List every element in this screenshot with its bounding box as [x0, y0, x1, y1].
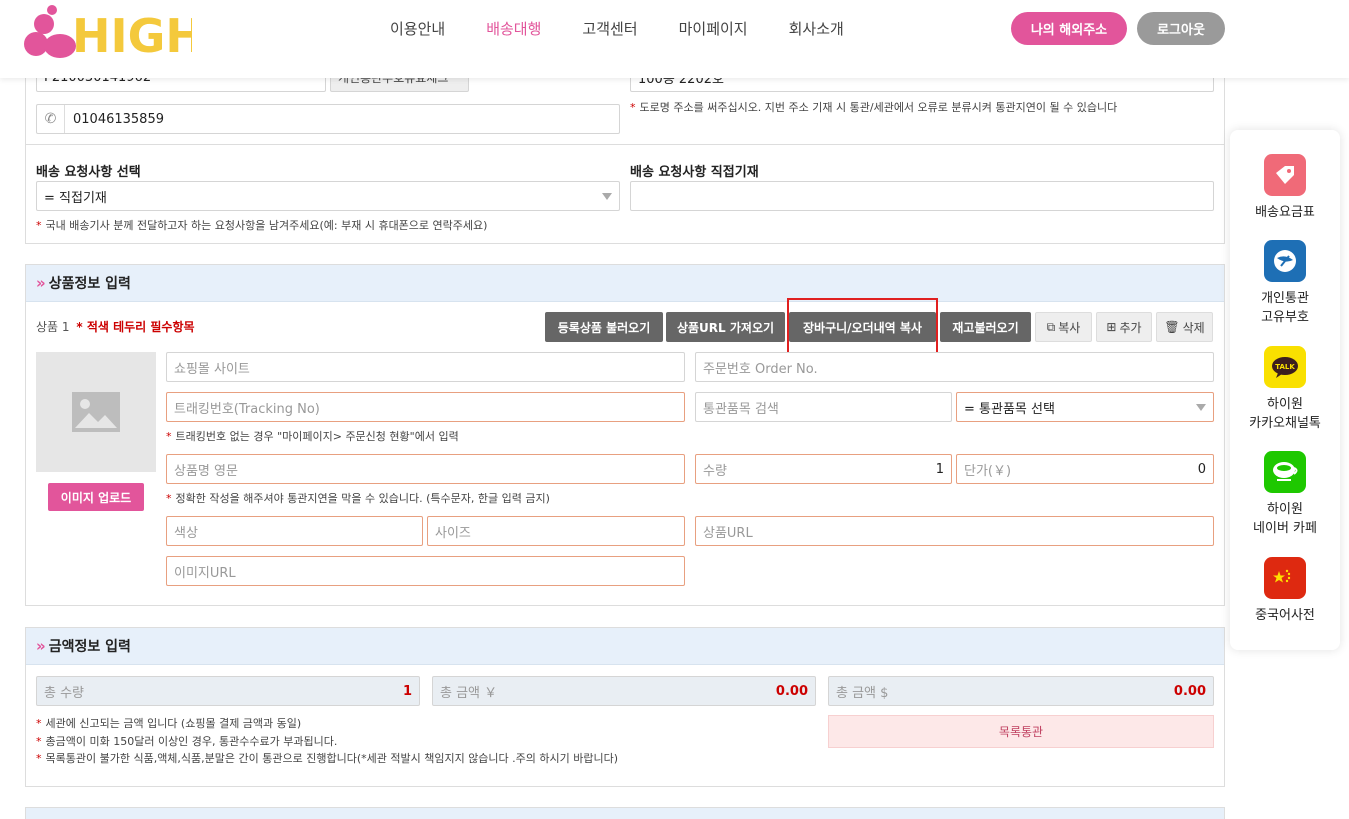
customs-item-select-value: = 통관품목 선택: [964, 401, 1055, 417]
kakao-talk-icon: TALK: [1264, 346, 1306, 388]
next-section: [25, 807, 1225, 819]
double-chevron-icon: »: [36, 274, 46, 292]
delivery-request-value: = 직접기재: [44, 190, 107, 206]
fetch-url-button[interactable]: 상품URL 가져오기: [666, 312, 785, 342]
delivery-request-select[interactable]: = 직접기재: [36, 181, 620, 211]
product-item-label: 상품 1: [36, 320, 70, 334]
quick-customs-code-label: 개인통관 고유부호: [1261, 291, 1309, 325]
total-qty-field: 총 수량 1: [36, 676, 420, 706]
quick-kakao-channel[interactable]: TALK 하이원 카카오채널톡: [1230, 346, 1340, 433]
total-usd-value: 0.00: [1173, 683, 1206, 699]
total-yen-field: 총 금액 ￥ 0.00: [432, 676, 816, 706]
delivery-request-direct-input[interactable]: [630, 181, 1214, 211]
nav-customer-center[interactable]: 고객센터: [582, 18, 637, 39]
unit-price-placeholder: 단가(￥): [964, 463, 1012, 479]
svg-text:TALK: TALK: [1275, 363, 1295, 371]
china-flag-icon: [1264, 557, 1306, 599]
chevron-down-icon: [602, 192, 612, 200]
double-chevron-icon: »: [36, 637, 46, 655]
total-qty-value: 1: [402, 683, 412, 699]
quick-shipping-rates[interactable]: 배송요금표: [1230, 154, 1340, 222]
customs-globe-icon: [1264, 240, 1306, 282]
main-nav: 이용안내 배송대행 고객센터 마이페이지 회사소개: [390, 18, 885, 39]
list-customs-button[interactable]: 목록통관: [828, 715, 1214, 748]
product-section-title: 상품정보 입력: [48, 276, 131, 292]
amount-section-title: 금액정보 입력: [48, 639, 131, 655]
product-section-header: » 상품정보 입력: [26, 265, 1224, 302]
phone-icon: ✆: [37, 105, 65, 133]
naver-cafe-icon: [1264, 451, 1306, 493]
total-yen-label: 총 금액 ￥: [440, 685, 498, 701]
site-header: HIGH1 이용안내 배송대행 고객센터 마이페이지 회사소개 나의 해외주소 …: [0, 0, 1349, 78]
product-item-header: 상품 1 * 적색 테두리 필수항목: [36, 318, 195, 335]
logo-text: HIGH1: [72, 9, 192, 63]
highlight-annotation-box: [787, 298, 938, 358]
my-overseas-address-button[interactable]: 나의 해외주소: [1011, 12, 1127, 45]
quantity-value: 1: [935, 461, 944, 477]
load-stock-button[interactable]: 재고불러오기: [940, 312, 1031, 342]
high1-logo[interactable]: HIGH1: [22, 0, 192, 66]
copy-button[interactable]: ⧉ 복사: [1035, 312, 1092, 342]
nav-mypage[interactable]: 마이페이지: [679, 18, 748, 39]
plus-box-icon: ⊞: [1106, 320, 1117, 334]
amount-section-header: » 금액정보 입력: [26, 628, 1224, 665]
address-note: * 도로명 주소를 써주십시오. 지번 주소 기재 시 통관/세관에서 오류로 분…: [630, 101, 1118, 114]
unit-price-value: 0: [1197, 461, 1206, 477]
copy-icon: ⧉: [1046, 319, 1056, 334]
size-input[interactable]: 사이즈: [427, 516, 685, 546]
quick-naver-cafe-label: 하이원 네이버 카페: [1253, 502, 1317, 536]
product-image-placeholder: [36, 352, 156, 472]
nav-shipping-agent[interactable]: 배송대행: [486, 18, 541, 39]
tracking-input[interactable]: 트래킹번호(Tracking No): [166, 392, 685, 422]
price-tag-icon: [1264, 154, 1306, 196]
product-name-en-input[interactable]: 상품명 영문: [166, 454, 685, 484]
image-upload-button[interactable]: 이미지 업로드: [48, 483, 144, 511]
quantity-input[interactable]: 수량 1: [695, 454, 952, 484]
unit-price-input[interactable]: 단가(￥) 0: [956, 454, 1214, 484]
nav-company[interactable]: 회사소개: [789, 18, 844, 39]
amount-note-2: * 총금액이 미화 150달러 이상인 경우, 통관수수료가 부과됩니다.: [36, 735, 338, 748]
total-usd-field: 총 금액 $ 0.00: [828, 676, 1214, 706]
add-button[interactable]: ⊞ 추가: [1096, 312, 1152, 342]
phone-value: 01046135859: [73, 111, 164, 127]
quantity-placeholder: 수량: [703, 463, 727, 479]
nav-guide[interactable]: 이용안내: [390, 18, 445, 39]
logout-button[interactable]: 로그아웃: [1137, 12, 1225, 45]
quick-menu-panel: 배송요금표 개인통관 고유부호 TALK 하이원 카카오채널톡 하이원 네이버 …: [1230, 130, 1340, 650]
quick-shipping-rates-label: 배송요금표: [1255, 205, 1315, 220]
delivery-request-direct-label: 배송 요청사항 직접기재: [630, 165, 759, 180]
name-note: * 정확한 작성을 해주셔야 통관지연을 막을 수 있습니다. (특수문자, 한글…: [166, 492, 550, 505]
required-note: * 적색 테두리 필수항목: [76, 320, 195, 334]
image-icon: [72, 392, 120, 432]
trash-icon: 🗑: [1164, 320, 1180, 334]
chevron-down-icon: [1196, 403, 1206, 411]
shop-site-input[interactable]: 쇼핑몰 사이트: [166, 352, 685, 382]
quick-naver-cafe[interactable]: 하이원 네이버 카페: [1230, 451, 1340, 538]
color-input[interactable]: 색상: [166, 516, 423, 546]
order-no-input[interactable]: 주문번호 Order No.: [695, 352, 1214, 382]
total-qty-label: 총 수량: [44, 685, 85, 701]
total-usd-label: 총 금액 $: [836, 685, 889, 701]
total-yen-value: 0.00: [775, 683, 808, 699]
delivery-request-label: 배송 요청사항 선택: [36, 165, 141, 180]
delivery-request-note: * 국내 배송기사 분께 전달하고자 하는 요청사항을 남겨주세요(예: 부재 시…: [36, 219, 488, 232]
image-url-input[interactable]: 이미지URL: [166, 556, 685, 586]
quick-chinese-dictionary-label: 중국어사전: [1255, 608, 1315, 623]
load-registered-button[interactable]: 등록상품 불러오기: [545, 312, 663, 342]
amount-note-1: * 세관에 신고되는 금액 입니다 (쇼핑몰 결제 금액과 동일): [36, 717, 302, 730]
delete-button[interactable]: 🗑 삭제: [1156, 312, 1213, 342]
amount-note-3: * 목록통관이 불가한 식품,액체,식품,분말은 간이 통관으로 진행합니다(*세…: [36, 752, 619, 765]
next-section-header: [26, 808, 1224, 819]
quick-customs-code[interactable]: 개인통관 고유부호: [1230, 240, 1340, 327]
customs-item-search-input[interactable]: 통관품목 검색: [695, 392, 952, 422]
quick-chinese-dictionary[interactable]: 중국어사전: [1230, 557, 1340, 625]
product-url-input[interactable]: 상품URL: [695, 516, 1214, 546]
quick-kakao-channel-label: 하이원 카카오채널톡: [1249, 397, 1321, 431]
phone-field[interactable]: ✆ 01046135859: [36, 104, 620, 134]
customs-item-select[interactable]: = 통관품목 선택: [956, 392, 1214, 422]
tracking-note: * 트래킹번호 없는 경우 "마이페이지> 주문신청 현황"에서 입력: [166, 430, 459, 443]
divider: [26, 144, 1224, 145]
